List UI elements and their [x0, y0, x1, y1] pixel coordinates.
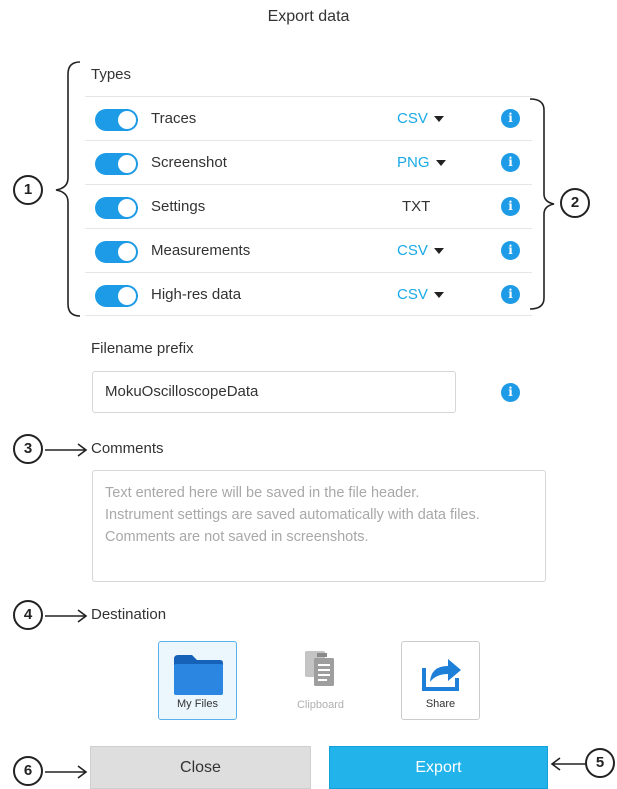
callout-5: 5	[585, 748, 615, 778]
type-name: High-res data	[151, 286, 242, 303]
destination-clipboard: Clipboard	[281, 641, 360, 720]
caret-down-icon	[433, 115, 444, 122]
toggle-knob	[118, 155, 136, 173]
toggle-knob	[118, 199, 136, 217]
caret-down-icon	[433, 247, 444, 254]
type-row-measurements: Measurements CSV i	[85, 228, 532, 272]
type-row-traces: Traces CSV i	[85, 96, 532, 140]
type-name: Traces	[151, 110, 197, 127]
destination-label-text: Share	[425, 698, 456, 710]
settings-format: TXT	[402, 198, 431, 215]
type-name: Screenshot	[151, 154, 227, 171]
toggle-knob	[118, 111, 136, 129]
format-value: CSV	[397, 242, 428, 259]
arrow-right-icon	[45, 765, 88, 779]
export-button[interactable]: Export	[329, 746, 548, 789]
callout-4: 4	[13, 600, 43, 630]
type-row-settings: Settings TXT i	[85, 184, 532, 228]
info-icon[interactable]: i	[501, 383, 520, 402]
toggle-knob	[118, 243, 136, 261]
filename-prefix-input[interactable]: MokuOscilloscopeData	[92, 371, 456, 413]
destination-label-text: My Files	[177, 698, 218, 710]
measurements-toggle[interactable]	[95, 241, 138, 263]
settings-toggle[interactable]	[95, 197, 138, 219]
info-icon[interactable]: i	[501, 153, 520, 172]
screenshot-format-dropdown[interactable]: PNG	[397, 154, 446, 171]
toggle-knob	[118, 287, 136, 305]
high-res-data-format-dropdown[interactable]: CSV	[397, 286, 444, 303]
right-bracket	[529, 98, 555, 310]
type-row-screenshot: Screenshot PNG i	[85, 140, 532, 184]
types-label: Types	[91, 66, 132, 83]
callout-3: 3	[13, 434, 43, 464]
caret-down-icon	[433, 291, 444, 298]
info-icon[interactable]: i	[501, 109, 520, 128]
arrow-left-icon	[550, 757, 588, 771]
traces-format-dropdown[interactable]: CSV	[397, 110, 444, 127]
info-icon[interactable]: i	[501, 241, 520, 260]
type-name: Settings	[151, 198, 206, 215]
format-value: CSV	[397, 286, 428, 303]
info-icon[interactable]: i	[501, 285, 520, 304]
format-value: CSV	[397, 110, 428, 127]
callout-1: 1	[13, 175, 43, 205]
high-res-data-toggle[interactable]	[95, 285, 138, 307]
callout-6: 6	[13, 756, 43, 786]
types-list: Traces CSV i Screenshot PNG i Settings T…	[85, 96, 532, 316]
filename-prefix-label: Filename prefix	[91, 340, 194, 357]
left-bracket	[55, 61, 81, 317]
comments-label: Comments	[91, 440, 164, 457]
close-button[interactable]: Close	[90, 746, 311, 789]
clipboard-icon	[305, 651, 334, 686]
destination-label: Destination	[91, 606, 167, 623]
folder-icon	[174, 655, 223, 695]
format-value: PNG	[397, 154, 430, 171]
destination-label-text: Clipboard	[296, 699, 345, 711]
traces-toggle[interactable]	[95, 109, 138, 131]
arrow-right-icon	[45, 609, 88, 623]
measurements-format-dropdown[interactable]: CSV	[397, 242, 444, 259]
type-name: Measurements	[151, 242, 251, 259]
destination-my-files[interactable]: My Files	[158, 641, 237, 720]
screenshot-toggle[interactable]	[95, 153, 138, 175]
caret-down-icon	[435, 159, 446, 166]
destination-share[interactable]: Share	[401, 641, 480, 720]
share-icon	[422, 659, 461, 691]
info-icon[interactable]: i	[501, 197, 520, 216]
arrow-right-icon	[45, 443, 88, 457]
comments-textarea[interactable]: Text entered here will be saved in the f…	[92, 470, 546, 582]
type-row-high-res-data: High-res data CSV i	[85, 272, 532, 316]
callout-2: 2	[560, 188, 590, 218]
dialog-title: Export data	[267, 8, 350, 25]
